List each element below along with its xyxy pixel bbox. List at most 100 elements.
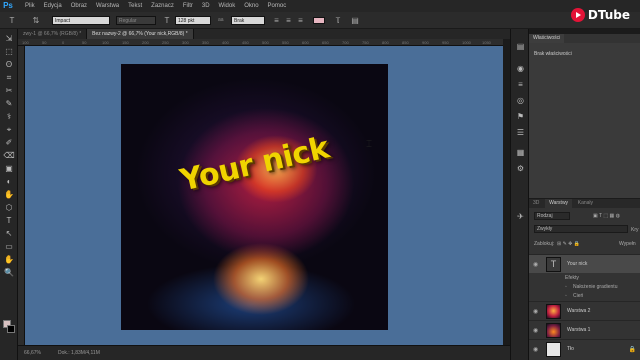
type-tool-icon[interactable]: T: [6, 15, 18, 26]
lock-icons[interactable]: ⊞ ✎ ✥ 🔒: [557, 241, 580, 247]
effect-eye-icon[interactable]: ◦: [565, 284, 567, 290]
effects-label[interactable]: Efekty: [565, 275, 579, 281]
antialias-select[interactable]: Brak: [231, 16, 265, 25]
ruler-vertical: [18, 46, 25, 345]
visibility-eye-icon[interactable]: ◉: [533, 308, 538, 315]
eyedropper-tool-icon[interactable]: ✎: [3, 98, 15, 109]
effect-eye-icon[interactable]: ◦: [565, 293, 567, 299]
menu-type[interactable]: Tekst: [128, 0, 142, 12]
menu-help[interactable]: Pomoc: [268, 0, 287, 12]
font-size-select[interactable]: 128 pkt: [175, 16, 211, 25]
visibility-eye-icon[interactable]: ◉: [533, 261, 538, 268]
align-left-icon[interactable]: ≡: [272, 15, 281, 26]
menu-3d[interactable]: 3D: [202, 0, 210, 12]
warp-text-icon[interactable]: Ⲧ: [333, 15, 343, 26]
ruler-tick-label: 750: [362, 40, 369, 45]
align-center-icon[interactable]: ≡: [284, 15, 293, 26]
layers-panel: 3D Warstwy Kanały Rodzaj ▣ T ⬚ ▦ ◍ Zwykł…: [529, 199, 640, 360]
menu-select[interactable]: Zaznacz: [151, 0, 174, 12]
pen-tool-icon[interactable]: ⬡: [3, 202, 15, 213]
quick-select-tool-icon[interactable]: ⌗: [3, 72, 15, 83]
dodge-tool-icon[interactable]: ◐: [3, 176, 15, 187]
ruler-tick-label: 400: [222, 40, 229, 45]
styles-panel-icon[interactable]: ⚑: [515, 111, 526, 122]
ruler-tick-label: 200: [142, 40, 149, 45]
healing-tool-icon[interactable]: ⚕: [3, 111, 15, 122]
dtube-logo-text: DTube: [587, 8, 630, 22]
play-icon: [570, 8, 585, 22]
menu-view[interactable]: Widok: [219, 0, 236, 12]
lock-label: Zablokuj:: [534, 241, 555, 247]
rectangle-tool-icon[interactable]: ▭: [3, 241, 15, 252]
layer-row-your-nick[interactable]: ◉ T Your nick: [529, 254, 640, 273]
ruler-horizontal: 100 50 0 50 100 150 200 250 300 350 400 450 500 550 60…: [18, 39, 503, 46]
tab-channels[interactable]: Kanały: [574, 199, 597, 208]
tab-document-1[interactable]: zwy-1 @ 66,7% (RGB/8) *: [18, 29, 88, 39]
gradient-tool-icon[interactable]: ▣: [3, 163, 15, 174]
tab-layers[interactable]: Warstwy: [545, 199, 573, 208]
tab-properties[interactable]: Właściwości: [529, 34, 565, 43]
layer-row-warstwa-2[interactable]: ◉ Warstwa 2: [529, 301, 640, 320]
canvas-area[interactable]: Your nick ⌶: [25, 46, 503, 345]
document-artwork[interactable]: Your nick: [121, 64, 388, 330]
blur-tool-icon[interactable]: ✋: [3, 189, 15, 200]
ruler-tick-label: 800: [382, 40, 389, 45]
menu-window[interactable]: Okno: [244, 0, 258, 12]
tab-document-2[interactable]: Bez nazwy-2 @ 66,7% (Your nick,RGB/8) *: [87, 29, 194, 39]
ruler-tick-label: 50: [82, 40, 87, 45]
layer-row-warstwa-1[interactable]: ◉ Warstwa 1: [529, 320, 640, 339]
ruler-tick-label: 700: [342, 40, 349, 45]
adjustments-panel-icon[interactable]: ◎: [515, 95, 526, 106]
ruler-tick-label: 900: [422, 40, 429, 45]
layer-thumbnail: [546, 342, 561, 357]
lasso-tool-icon[interactable]: ʘ: [3, 59, 15, 70]
eraser-tool-icon[interactable]: ⌫: [3, 150, 15, 161]
ruler-tick-label: 250: [162, 40, 169, 45]
swatches-panel-icon[interactable]: ≡: [515, 79, 526, 90]
menu-filter[interactable]: Filtr: [183, 0, 193, 12]
effect-drop-shadow[interactable]: Cień: [573, 293, 583, 299]
background-color-swatch[interactable]: [7, 325, 15, 333]
character-panel-icon[interactable]: ▤: [350, 15, 360, 26]
text-color-swatch[interactable]: [313, 17, 325, 24]
effect-gradient-overlay[interactable]: Nałożenie gradientu: [573, 284, 617, 290]
type-tool-icon[interactable]: T: [3, 215, 15, 226]
path-select-tool-icon[interactable]: ↖: [3, 228, 15, 239]
tab-3d[interactable]: 3D: [529, 199, 543, 208]
menu-image[interactable]: Obraz: [71, 0, 87, 12]
ruler-tick-label: 100: [102, 40, 109, 45]
ruler-tick-label: 550: [282, 40, 289, 45]
character-panel-icon[interactable]: ▦: [515, 147, 526, 158]
move-tool-icon[interactable]: ⇲: [3, 33, 15, 44]
marquee-tool-icon[interactable]: ⬚: [3, 46, 15, 57]
clone-stamp-tool-icon[interactable]: ✐: [3, 137, 15, 148]
blend-mode-select[interactable]: Zwykły: [534, 225, 628, 233]
ruler-tick-label: 500: [262, 40, 269, 45]
crop-tool-icon[interactable]: ✂: [3, 85, 15, 96]
history-panel-icon[interactable]: ▤: [515, 41, 526, 52]
antialias-icon: aa: [218, 17, 224, 23]
brush-tool-icon[interactable]: ⌖: [3, 124, 15, 135]
tool-presets-panel-icon[interactable]: ⚙: [515, 163, 526, 174]
paragraph-panel-icon[interactable]: ☰: [515, 127, 526, 138]
font-family-select[interactable]: Impact: [52, 16, 110, 25]
layer-comps-panel-icon[interactable]: ✈: [515, 211, 526, 222]
color-panel-icon[interactable]: ◉: [515, 63, 526, 74]
menu-file[interactable]: Plik: [25, 0, 35, 12]
font-style-select[interactable]: Regular: [116, 16, 156, 25]
zoom-tool-icon[interactable]: 🔍: [3, 267, 15, 278]
layer-row-background[interactable]: ◉ Tło 🔒: [529, 339, 640, 358]
hand-tool-icon[interactable]: ✋: [3, 254, 15, 265]
document-tabs: zwy-1 @ 66,7% (RGB/8) * Bez nazwy-2 @ 66…: [18, 29, 510, 39]
visibility-eye-icon[interactable]: ◉: [533, 346, 538, 353]
artwork-text[interactable]: Your nick: [177, 130, 332, 198]
zoom-level[interactable]: 66,67%: [24, 349, 41, 357]
align-right-icon[interactable]: ≡: [296, 15, 305, 26]
menu-edit[interactable]: Edycja: [44, 0, 62, 12]
ruler-tick-label: 1050: [482, 40, 491, 45]
text-orientation-icon[interactable]: ⇅: [30, 15, 42, 26]
layer-filter-select[interactable]: Rodzaj: [534, 212, 570, 220]
menu-layer[interactable]: Warstwa: [96, 0, 119, 12]
layer-filter-icons[interactable]: ▣ T ⬚ ▦ ◍: [593, 213, 620, 219]
visibility-eye-icon[interactable]: ◉: [533, 327, 538, 334]
